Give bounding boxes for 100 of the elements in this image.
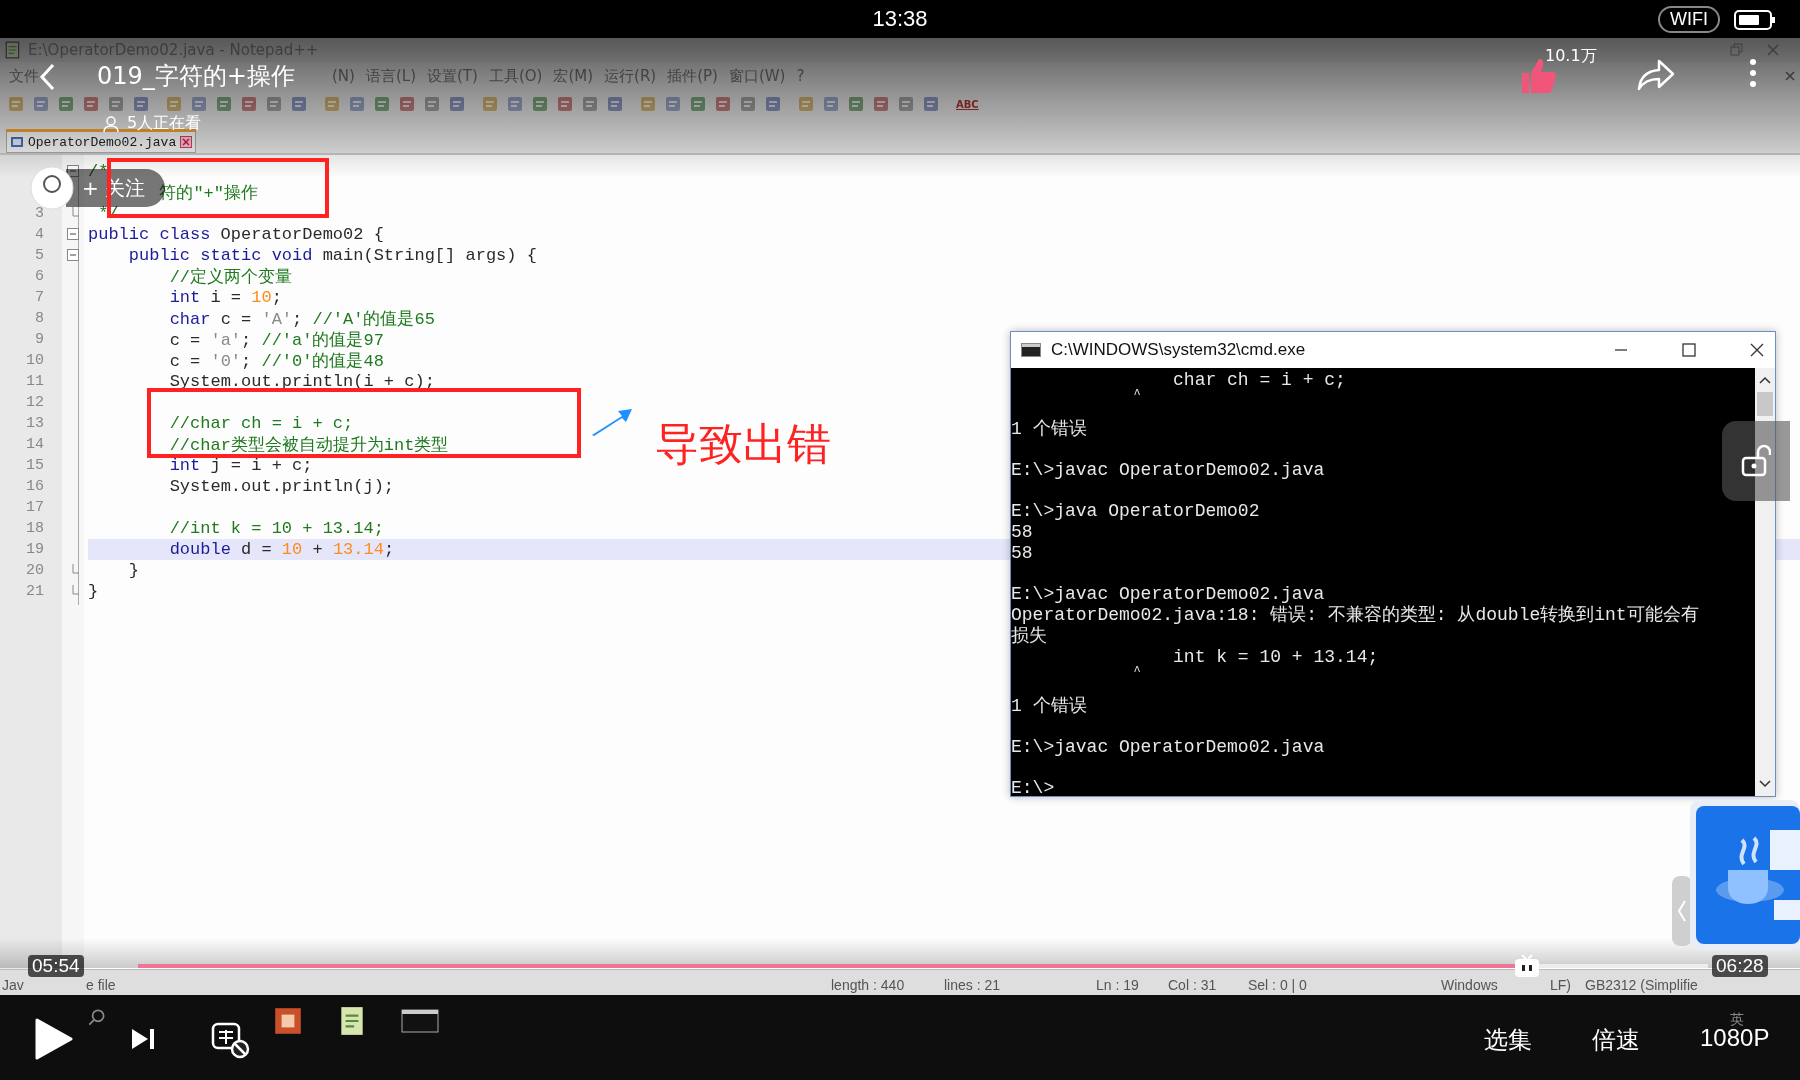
line-number: 11: [26, 373, 44, 390]
toolbar-icon[interactable]: [106, 94, 126, 114]
play-icon[interactable]: [33, 1017, 73, 1061]
fold-icon[interactable]: [67, 164, 79, 177]
scroll-up-icon[interactable]: [1759, 376, 1771, 384]
toolbar-icon[interactable]: [322, 94, 342, 114]
menu-item[interactable]: (N): [332, 67, 355, 85]
status-text: Ln : 19: [1096, 977, 1139, 993]
wifi-badge: WIFI: [1658, 6, 1720, 33]
toolbar-icon[interactable]: [713, 94, 733, 114]
toolbar-icon[interactable]: [264, 94, 284, 114]
code-line: int j = i + c;: [169, 456, 313, 475]
menu-item[interactable]: 文件: [9, 66, 39, 86]
restore-icon[interactable]: [1730, 43, 1744, 57]
toolbar-icon[interactable]: [397, 94, 417, 114]
toolbar-icon[interactable]: [56, 94, 76, 114]
share-icon[interactable]: [1636, 58, 1676, 92]
toolbar-icon[interactable]: [688, 94, 708, 114]
toolbar-icon[interactable]: [131, 94, 151, 114]
terminal-icon: [1021, 343, 1041, 357]
toolbar-icon[interactable]: [871, 94, 891, 114]
toolbar-icon[interactable]: [447, 94, 467, 114]
line-number: 8: [35, 310, 44, 327]
toolbar-icon[interactable]: [638, 94, 658, 114]
unlock-icon: [1741, 444, 1771, 478]
line-number: 12: [26, 394, 44, 411]
toolbar-icon[interactable]: [555, 94, 575, 114]
line-number: 17: [26, 499, 44, 516]
status-text: lines : 21: [944, 977, 1001, 993]
toolbar-icon[interactable]: [347, 94, 367, 114]
more-icon[interactable]: [1748, 58, 1758, 88]
arrow-icon: [590, 407, 634, 437]
toolbar-icon[interactable]: [214, 94, 234, 114]
toolbar-icon[interactable]: [921, 94, 941, 114]
speed-button[interactable]: 倍速: [1592, 1024, 1640, 1056]
status-text: Col : 31: [1168, 977, 1217, 993]
maximize-icon[interactable]: [1681, 342, 1697, 358]
toolbar-icon[interactable]: [422, 94, 442, 114]
console-line: int k = 10 + 13.14;: [1172, 647, 1380, 668]
toolbar-icon[interactable]: [605, 94, 625, 114]
battery-icon: [1734, 8, 1776, 31]
toolbar-icon[interactable]: [530, 94, 550, 114]
console-line: E:\>javac OperatorDemo02.java: [1011, 584, 1326, 605]
code-line: double d = 10 + 13.14;: [169, 540, 395, 559]
toolbar-icon[interactable]: [763, 94, 783, 114]
status-text: length : 440: [831, 977, 905, 993]
toolbar-icon[interactable]: [189, 94, 209, 114]
lock-button[interactable]: [1722, 421, 1790, 501]
window-title: C:\WINDOWS\system32\cmd.exe: [1051, 340, 1307, 360]
toolbar-icon[interactable]: [81, 94, 101, 114]
toolbar-icon[interactable]: [372, 94, 392, 114]
console-line: E:\>javac OperatorDemo02.java: [1011, 460, 1326, 481]
annotation-text: 导致出错: [655, 417, 831, 471]
spellcheck-button[interactable]: ABC: [956, 98, 979, 110]
toolbar-icon[interactable]: [164, 94, 184, 114]
toolbar-icon[interactable]: [289, 94, 309, 114]
line-number: 20: [26, 562, 44, 579]
video-title: 019_字符的+操作: [97, 61, 295, 92]
toolbar-icon[interactable]: [738, 94, 758, 114]
menu-item[interactable]: 工具(O): [488, 66, 543, 86]
line-number: 4: [35, 226, 44, 243]
toolbar-icon[interactable]: [663, 94, 683, 114]
menu-item[interactable]: 窗口(W): [728, 66, 786, 86]
notepad-icon: [4, 41, 22, 59]
console-line: OperatorDemo02.java:18: 错误: 不兼容的类型: 从double转换到int可能会有: [1011, 605, 1700, 626]
line-number: 6: [35, 268, 44, 285]
episodes-button[interactable]: 选集: [1484, 1024, 1532, 1056]
line-number: 7: [35, 289, 44, 306]
toolbar-icon[interactable]: [846, 94, 866, 114]
presentation-app-icon[interactable]: [272, 1005, 304, 1037]
toolbar-icon[interactable]: [239, 94, 259, 114]
toolbar-icon[interactable]: [821, 94, 841, 114]
toolbar-icon[interactable]: [505, 94, 525, 114]
toolbar-icon[interactable]: [796, 94, 816, 114]
scrollbar-thumb[interactable]: [1757, 392, 1773, 416]
toolbar-icon[interactable]: [31, 94, 51, 114]
status-text: GB2312 (Simplifie: [1585, 977, 1698, 993]
close-icon[interactable]: [1749, 342, 1765, 358]
toolbar-icon[interactable]: [6, 94, 26, 114]
menu-item[interactable]: ?: [796, 67, 805, 85]
menu-item[interactable]: 插件(P): [667, 66, 718, 86]
console-line: 58: [1011, 543, 1034, 564]
menu-item[interactable]: 设置(T): [427, 66, 478, 86]
console-line: 58: [1011, 522, 1034, 543]
code-line: System.out.println(i + c);: [169, 372, 435, 391]
code-line: char c = 'A'; //'A'的值是65: [169, 309, 435, 330]
menu-item[interactable]: 语言(L): [365, 66, 416, 86]
console-line: 1 个错误: [1011, 696, 1088, 717]
menu-item[interactable]: 运行(R): [604, 66, 657, 86]
toolbar-icon[interactable]: [480, 94, 500, 114]
code-line: }: [88, 582, 99, 601]
code-line: }: [128, 561, 139, 580]
scroll-down-icon[interactable]: [1759, 780, 1771, 788]
skip-next-icon[interactable]: [130, 1027, 156, 1051]
code-line: int i = 10;: [169, 288, 282, 307]
menu-item[interactable]: 宏(M): [553, 66, 594, 86]
line-number: 14: [26, 436, 44, 453]
toolbar-icon[interactable]: [896, 94, 916, 114]
tv-icon[interactable]: [1514, 954, 1541, 978]
toolbar-icon[interactable]: [580, 94, 600, 114]
